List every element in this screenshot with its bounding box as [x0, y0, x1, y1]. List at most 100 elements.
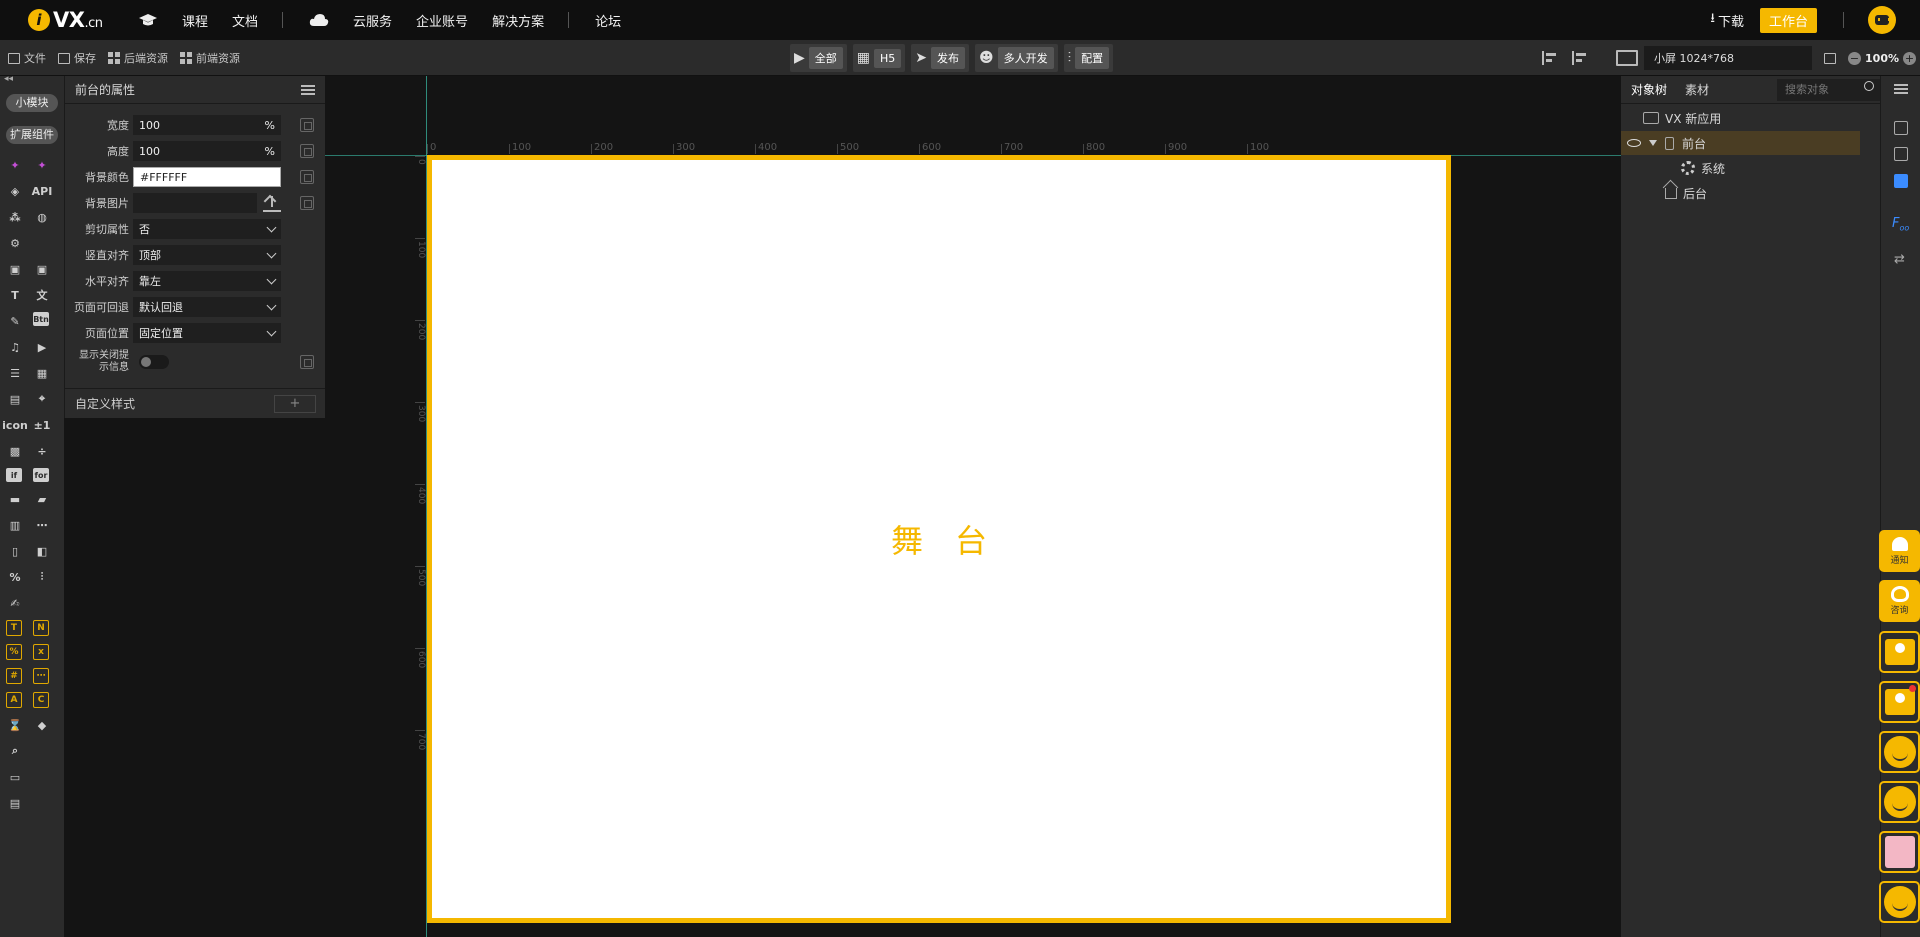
wechat-icon[interactable]: ◍: [33, 208, 51, 226]
timer-icon[interactable]: ⌛: [6, 716, 24, 734]
nav-courses[interactable]: 课程: [182, 11, 208, 30]
image-alt-icon[interactable]: ▣: [33, 260, 51, 278]
bg-image-input[interactable]: [133, 193, 257, 213]
multi-dev-button[interactable]: ☻ 多人开发: [975, 44, 1058, 72]
collapse-icon[interactable]: ◂◂: [4, 74, 13, 84]
variable-icon-1[interactable]: N: [33, 620, 49, 636]
width-input[interactable]: 100%: [133, 115, 281, 135]
info-icon[interactable]: [1894, 121, 1908, 135]
chat-icon[interactable]: [1894, 174, 1908, 188]
swap-icon[interactable]: ⇄: [1894, 252, 1908, 267]
team-button[interactable]: [1879, 681, 1920, 723]
live-icon[interactable]: ▭: [6, 768, 24, 786]
design-canvas[interactable]: 0 100 200 300 400 500 600 700 800 900 100 0 100 200 3…: [325, 76, 1621, 937]
copy-icon[interactable]: [300, 170, 314, 184]
rail-item-24[interactable]: if: [6, 468, 22, 482]
copy-icon[interactable]: [300, 144, 314, 158]
small-module-button[interactable]: 小模块: [6, 94, 58, 112]
rail-item-3[interactable]: API: [32, 182, 53, 200]
rail-item-13[interactable]: Btn: [33, 312, 49, 326]
file-menu[interactable]: 文件: [8, 50, 46, 66]
cube-icon[interactable]: ◈: [6, 182, 24, 200]
rail-item-35[interactable]: [33, 594, 51, 612]
tab-object-tree[interactable]: 对象树: [1631, 81, 1667, 98]
tree-item-app[interactable]: VX 新应用: [1621, 106, 1880, 130]
character-button[interactable]: [1879, 831, 1920, 873]
run-all-button[interactable]: ▶ 全部: [790, 44, 847, 72]
nav-solutions[interactable]: 解决方案: [492, 11, 544, 30]
bg-color-input[interactable]: #FFFFFF: [133, 167, 281, 187]
upload-icon[interactable]: [263, 194, 281, 212]
variable-icon-4[interactable]: #: [6, 668, 22, 684]
backend-resources-button[interactable]: 后端资源: [108, 50, 168, 66]
h5-preview-button[interactable]: ▦ H5: [852, 44, 906, 72]
align-left-icon[interactable]: [1542, 51, 1558, 65]
editor-icon[interactable]: ▤: [6, 390, 24, 408]
download-button[interactable]: ⭳ 下载: [1710, 9, 1744, 31]
publish-button[interactable]: ➤ 发布: [911, 44, 970, 72]
molecule-icon[interactable]: ⁂: [6, 208, 24, 226]
add-style-button[interactable]: +: [274, 394, 316, 413]
extension-button[interactable]: 扩展组件: [6, 126, 58, 144]
menu-icon[interactable]: [1894, 84, 1908, 94]
music-icon[interactable]: ♫: [6, 338, 24, 356]
tree-item-system[interactable]: 系统: [1621, 156, 1880, 180]
variable-icon-2[interactable]: %: [6, 644, 22, 660]
notify-button[interactable]: 通知: [1879, 530, 1920, 572]
pm-icon[interactable]: ◧: [33, 542, 51, 560]
zoom-out-button[interactable]: −: [1848, 51, 1862, 65]
screen-size-select[interactable]: 小屏 1024*768: [1644, 46, 1813, 70]
folder-icon[interactable]: ▬: [6, 490, 24, 508]
variable-icon-6[interactable]: A: [6, 692, 22, 708]
calendar-icon[interactable]: ▦: [33, 364, 51, 382]
rail-item-7[interactable]: [33, 234, 51, 252]
vx-logo[interactable]: i VX.cn: [28, 8, 138, 32]
config-button[interactable]: ⫶ 配置: [1063, 44, 1114, 72]
sign-icon[interactable]: ✍: [6, 594, 24, 612]
search-icon[interactable]: [1864, 81, 1874, 91]
image-icon[interactable]: ▣: [6, 260, 24, 278]
diamond-icon[interactable]: ◆: [33, 716, 51, 734]
robot-button[interactable]: [1879, 781, 1920, 823]
halign-select[interactable]: 靠左: [133, 271, 281, 291]
save-button[interactable]: 保存: [58, 50, 96, 66]
stage[interactable]: 舞台: [427, 155, 1451, 923]
puzzle-alt-icon[interactable]: ✦: [33, 156, 51, 174]
clip-select[interactable]: 否: [133, 219, 281, 239]
rail-item-10[interactable]: T: [6, 286, 24, 304]
variable-icon-5[interactable]: ⋯: [33, 668, 49, 684]
gallery-icon[interactable]: ▥: [6, 516, 24, 534]
slider-icon[interactable]: ▯: [6, 542, 24, 560]
align-center-icon[interactable]: [1572, 51, 1588, 65]
variable-icon-0[interactable]: T: [6, 620, 22, 636]
cloud-icon[interactable]: [309, 13, 329, 27]
tree-item-front[interactable]: 前台: [1621, 131, 1860, 155]
menu-icon[interactable]: [301, 84, 315, 95]
tab-assets[interactable]: 素材: [1685, 81, 1709, 98]
expand-icon[interactable]: [1649, 140, 1657, 146]
percent-icon[interactable]: %: [6, 568, 24, 586]
eye-icon[interactable]: [1627, 139, 1641, 147]
puzzle-icon[interactable]: ✦: [6, 156, 24, 174]
consult-button[interactable]: 咨询: [1879, 580, 1920, 622]
user-avatar[interactable]: [1868, 6, 1896, 34]
map-icon[interactable]: ⌖: [33, 390, 51, 408]
adjust-icon[interactable]: ⫶: [33, 568, 51, 586]
nav-cloud[interactable]: 云服务: [353, 11, 392, 30]
tree-item-back[interactable]: 后台: [1621, 181, 1880, 205]
edit-icon[interactable]: ✎: [6, 312, 24, 330]
qrcode-icon[interactable]: ▩: [6, 442, 24, 460]
template-icon[interactable]: ▤: [6, 794, 24, 812]
variable-icon-3[interactable]: x: [33, 644, 49, 660]
zoom-in-button[interactable]: +: [1903, 51, 1916, 65]
divider-icon[interactable]: ÷: [33, 442, 51, 460]
community-button[interactable]: [1879, 631, 1920, 673]
emoji-button[interactable]: [1879, 731, 1920, 773]
close-tip-toggle[interactable]: [139, 355, 169, 369]
emoji-button-2[interactable]: [1879, 881, 1920, 923]
nav-forum[interactable]: 论坛: [595, 11, 621, 30]
copy-icon[interactable]: [300, 355, 314, 369]
workbench-button[interactable]: 工作台: [1759, 7, 1817, 33]
rail-item-20[interactable]: icon: [2, 416, 28, 434]
position-select[interactable]: 固定位置: [133, 323, 281, 343]
